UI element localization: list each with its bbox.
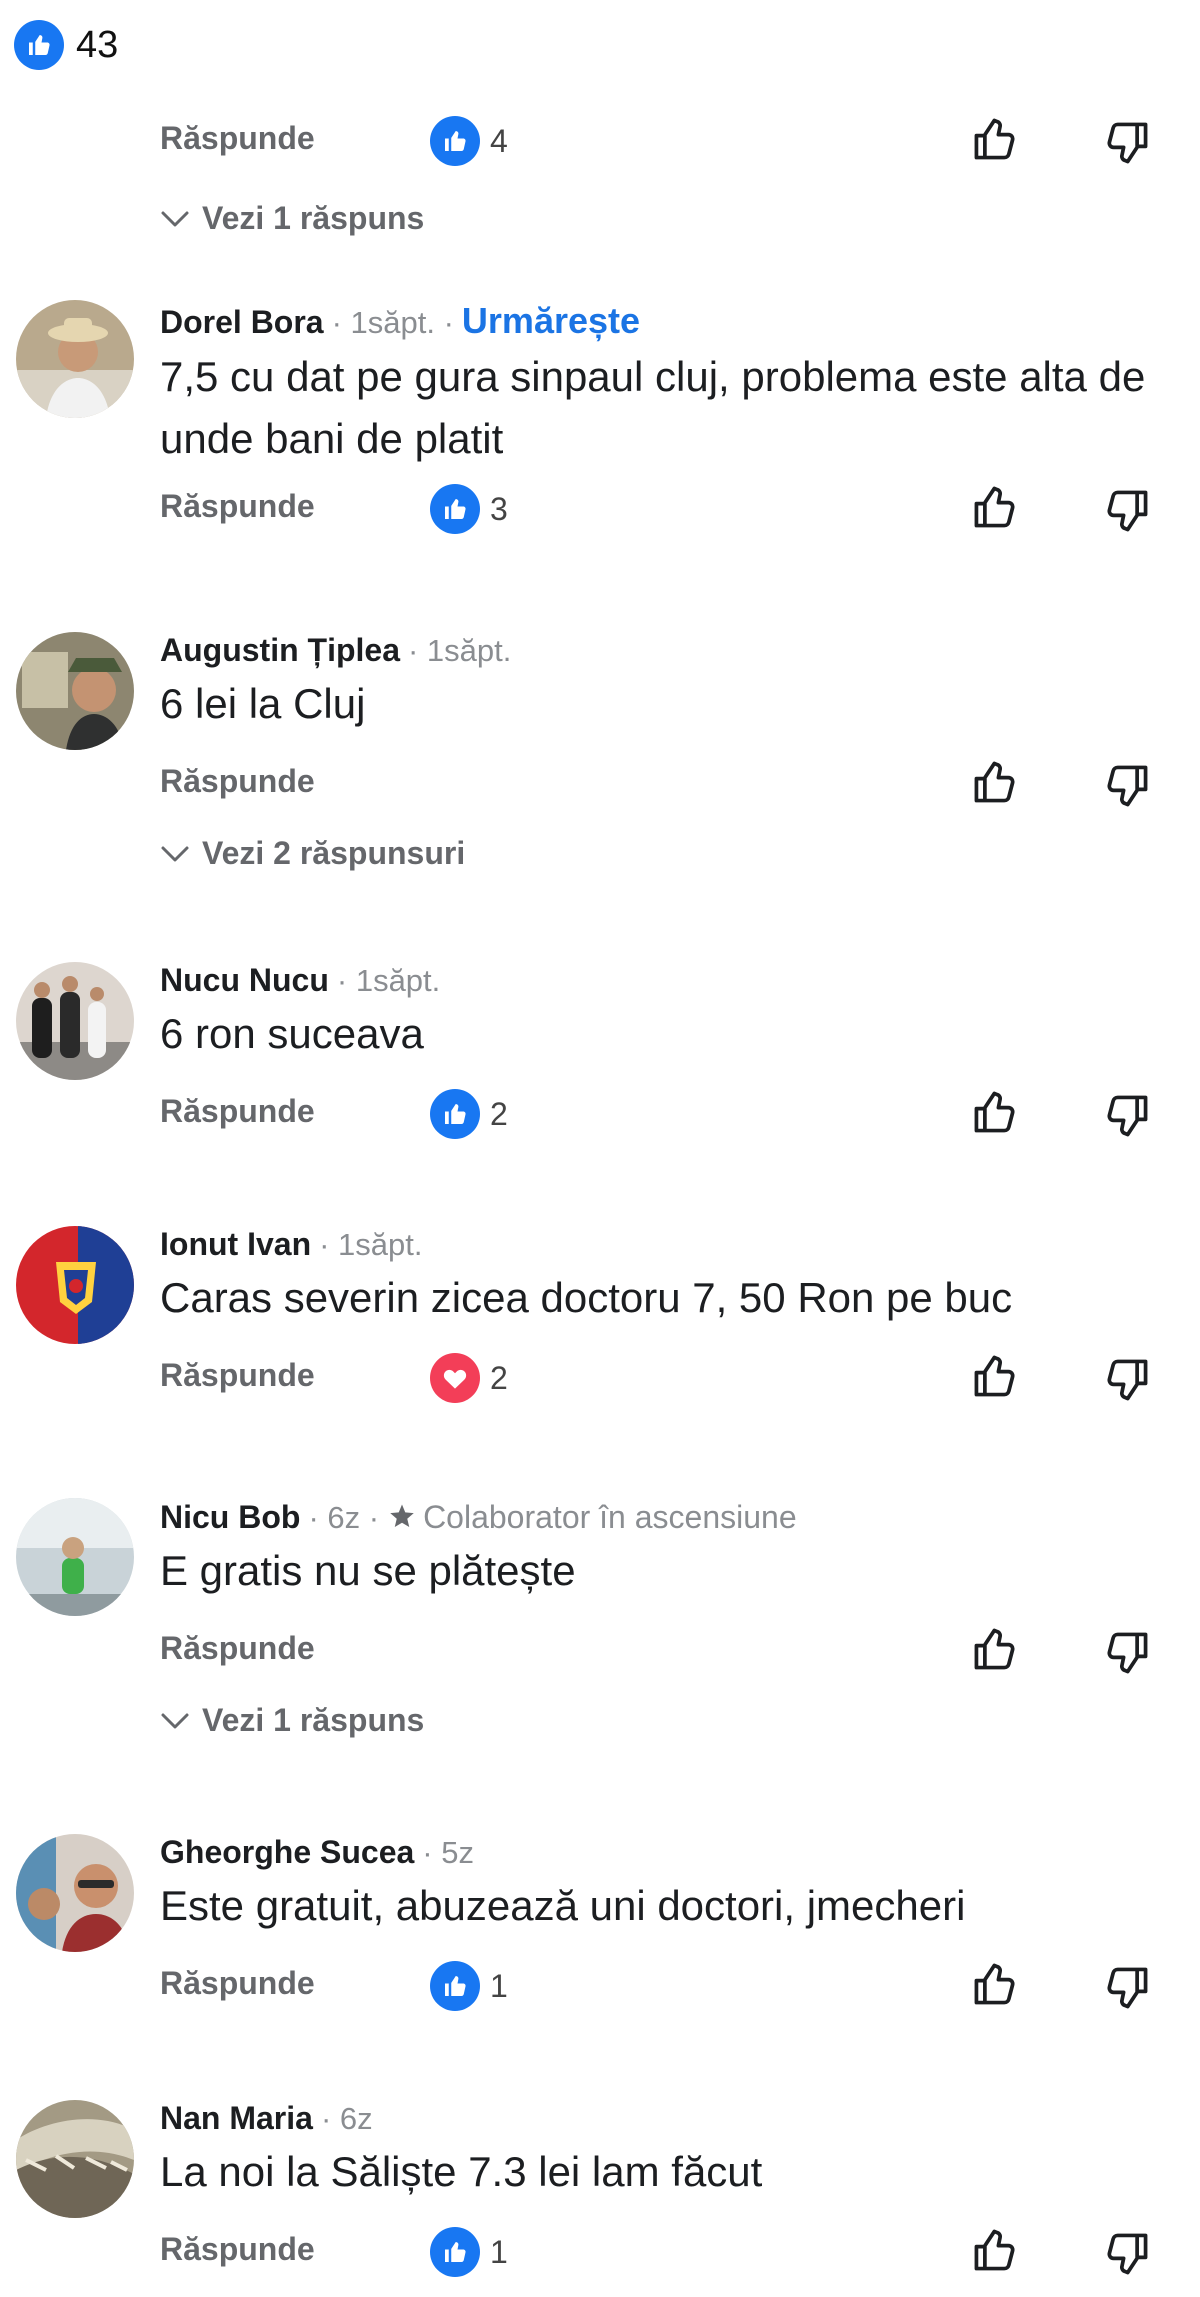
comment-time: · 1săpt. [336, 963, 441, 998]
thumb-down-icon[interactable] [1100, 1961, 1154, 2015]
view-replies-label: Vezi 2 răspunsuri [202, 835, 466, 871]
reply-button[interactable]: Răspunde [160, 488, 315, 525]
like-reaction-icon [430, 1961, 480, 2011]
star-badge-icon [387, 1502, 417, 1532]
view-replies-label: Vezi 1 răspuns [202, 200, 425, 236]
like-reaction-icon [14, 20, 64, 70]
post-reaction-count: 43 [76, 23, 119, 66]
thumb-up-icon[interactable] [968, 2223, 1022, 2277]
thumb-up-icon[interactable] [968, 1349, 1022, 1403]
view-replies-toggle[interactable]: Vezi 2 răspunsuri [160, 835, 1170, 872]
thumb-down-icon[interactable] [1100, 1089, 1154, 1143]
comment-text: E gratis nu se plătește [160, 1547, 576, 1594]
reply-button[interactable]: Răspunde [160, 2231, 315, 2268]
thumb-down-icon[interactable] [1100, 116, 1154, 170]
like-reaction-icon [430, 484, 480, 534]
comment-reaction-summary[interactable]: 1 [430, 2227, 508, 2277]
thumb-up-icon[interactable] [968, 112, 1022, 166]
reply-button[interactable]: Răspunde [160, 1357, 315, 1394]
thumb-up-icon[interactable] [968, 1622, 1022, 1676]
comment-actions: Răspunde [160, 755, 1170, 815]
comment-reaction-summary[interactable]: 4 [430, 116, 508, 166]
reaction-count: 4 [490, 122, 508, 159]
comment-actions: Răspunde 2 [160, 1349, 1170, 1409]
comment-author[interactable]: Gheorghe Sucea [160, 1834, 414, 1871]
comment-actions: Răspunde 3 [160, 480, 1170, 540]
reaction-count: 2 [490, 1359, 508, 1396]
reply-button[interactable]: Răspunde [160, 763, 315, 800]
comment-author[interactable]: Nicu Bob [160, 1499, 300, 1536]
view-replies-toggle[interactable]: Vezi 1 răspuns [160, 200, 424, 237]
comment-text: 6 lei la Cluj [160, 680, 366, 727]
comment-time: · 1săpt. [408, 633, 512, 668]
post-reaction-summary[interactable]: 43 [14, 20, 118, 70]
chevron-down-icon [160, 209, 190, 229]
comment-time: · 6z [320, 2101, 373, 2136]
comment-text: Caras severin zicea doctoru 7, 50 Ron pe… [160, 1274, 1013, 1321]
view-replies-label: Vezi 1 răspuns [202, 1702, 425, 1738]
comment-actions: Răspunde 2 [160, 1085, 1170, 1145]
thumb-down-icon[interactable] [1100, 759, 1154, 813]
comment-text: 6 ron suceava [160, 1010, 424, 1057]
comment-time: · 1săpt. [319, 1227, 423, 1262]
comment-time: · 5z [422, 1835, 474, 1870]
comment-author[interactable]: Nan Maria [160, 2100, 313, 2137]
avatar[interactable] [16, 1226, 134, 1344]
view-replies-toggle[interactable]: Vezi 1 răspuns [160, 1702, 1170, 1739]
avatar[interactable] [16, 1498, 134, 1616]
reaction-count: 1 [490, 1967, 508, 2004]
avatar[interactable] [16, 632, 134, 750]
avatar[interactable] [16, 1834, 134, 1952]
thumb-down-icon[interactable] [1100, 1353, 1154, 1407]
comment-text: La noi la Săliște 7.3 lei lam făcut [160, 2148, 763, 2195]
chevron-down-icon [160, 1711, 190, 1731]
reply-button[interactable]: Răspunde [160, 120, 315, 157]
comment-time: · 6z · [308, 1500, 380, 1535]
avatar[interactable] [16, 2100, 134, 2218]
thumb-up-icon[interactable] [968, 755, 1022, 809]
comment-author[interactable]: Augustin Țiplea [160, 632, 400, 669]
comment-time: · 1săpt. · [331, 305, 454, 340]
reaction-count: 2 [490, 1095, 508, 1132]
contributor-badge: Colaborator în ascensiune [387, 1498, 797, 1536]
thumb-down-icon[interactable] [1100, 2227, 1154, 2281]
thumb-up-icon[interactable] [968, 1085, 1022, 1139]
reply-button[interactable]: Răspunde [160, 1630, 315, 1667]
comment-actions: Răspunde [160, 1622, 1170, 1682]
avatar[interactable] [16, 300, 134, 418]
avatar[interactable] [16, 962, 134, 1080]
love-reaction-icon [430, 1353, 480, 1403]
comment-actions: Răspunde 1 [160, 2223, 1170, 2283]
comment-reaction-summary[interactable]: 2 [430, 1353, 508, 1403]
comment-author[interactable]: Dorel Bora [160, 304, 324, 341]
like-reaction-icon [430, 2227, 480, 2277]
comment-text: Este gratuit, abuzează uni doctori, jmec… [160, 1882, 966, 1929]
reaction-count: 1 [490, 2233, 508, 2270]
thumb-up-icon[interactable] [968, 480, 1022, 534]
comment-actions: Răspunde 1 [160, 1957, 1170, 2017]
badge-label: Colaborator în ascensiune [423, 1499, 797, 1535]
chevron-down-icon [160, 844, 190, 864]
comment-author[interactable]: Ionut Ivan [160, 1226, 311, 1263]
comment-author[interactable]: Nucu Nucu [160, 962, 329, 999]
thumb-down-icon[interactable] [1100, 484, 1154, 538]
comment-reaction-summary[interactable]: 3 [430, 484, 508, 534]
comment-actions: Răspunde 4 [160, 112, 1170, 172]
reply-button[interactable]: Răspunde [160, 1093, 315, 1130]
like-reaction-icon [430, 1089, 480, 1139]
reply-button[interactable]: Răspunde [160, 1965, 315, 2002]
thumb-down-icon[interactable] [1100, 1626, 1154, 1680]
reaction-count: 3 [490, 490, 508, 527]
like-reaction-icon [430, 116, 480, 166]
comments-page: 43 Răspunde 4 Vezi 1 răspuns Dorel Bora … [0, 0, 1200, 2297]
comment-text: 7,5 cu dat pe gura sinpaul cluj, problem… [160, 353, 1146, 462]
comment-reaction-summary[interactable]: 1 [430, 1961, 508, 2011]
comment-reaction-summary[interactable]: 2 [430, 1089, 508, 1139]
thumb-up-icon[interactable] [968, 1957, 1022, 2011]
follow-button[interactable]: Urmărește [462, 300, 640, 342]
